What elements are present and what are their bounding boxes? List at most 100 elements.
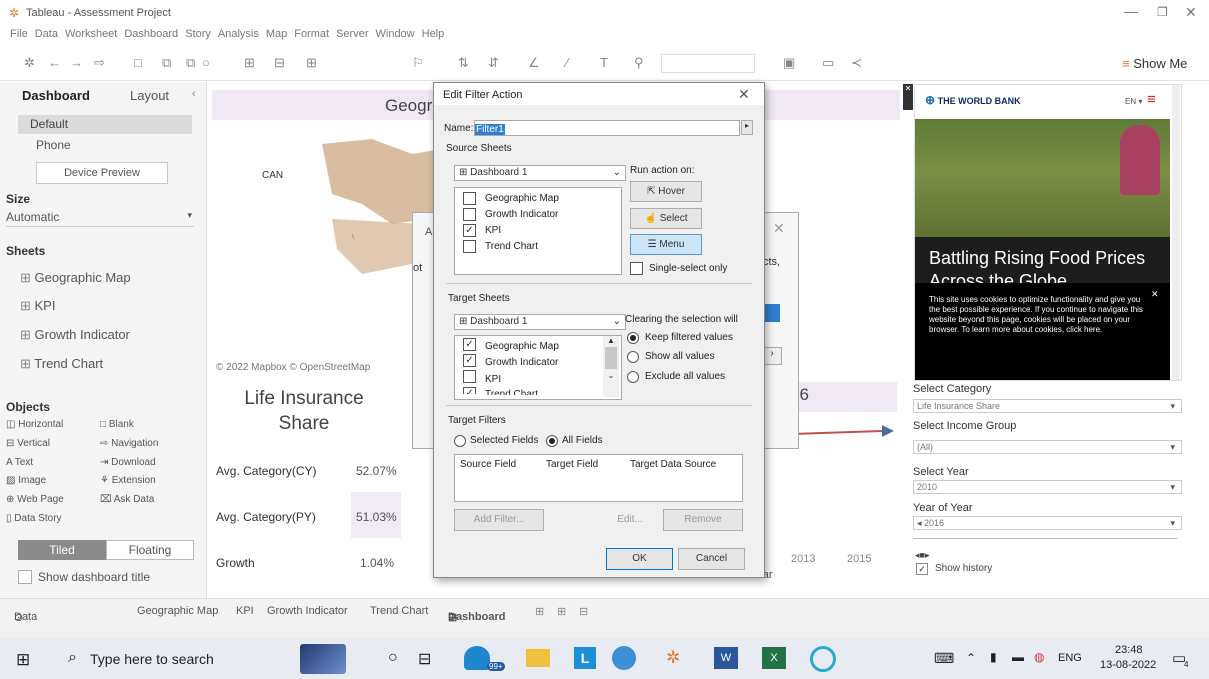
sheet-kpi[interactable]: ⊞ KPI (20, 298, 55, 314)
tab-geographic-map[interactable]: Geographic Map (137, 605, 218, 617)
keep-filtered-radio[interactable] (627, 332, 639, 344)
object-image[interactable]: ▨ Image (6, 475, 46, 486)
hover-button[interactable]: ⇱ Hover (630, 181, 702, 202)
select-button[interactable]: ☝ Select (630, 208, 702, 229)
menu-server[interactable]: Server (336, 28, 368, 40)
fit-dropdown[interactable] (661, 54, 755, 73)
app-circle-icon[interactable] (810, 646, 836, 672)
year-slider[interactable] (913, 538, 1177, 539)
cookie-close-icon[interactable]: ✕ (1151, 289, 1159, 300)
sheet-trend-chart[interactable]: ⊞ Trend Chart (20, 356, 103, 372)
name-input[interactable]: Filter1 (474, 120, 740, 136)
device-default[interactable]: Default (18, 115, 192, 134)
tab-dashboard[interactable]: Dashboard (22, 88, 90, 103)
excel-icon[interactable]: X (762, 647, 786, 669)
new-dashboard-icon[interactable]: ⊞ (557, 605, 566, 618)
pin-icon[interactable]: ⚲ (634, 55, 644, 71)
minimize-icon[interactable]: — (1124, 3, 1138, 19)
tab-layout[interactable]: Layout (130, 88, 169, 103)
menu-button[interactable]: ☰ Menu (630, 234, 702, 255)
object-horizontal[interactable]: ◫ Horizontal (6, 419, 63, 430)
redo-icon[interactable]: → (70, 55, 83, 70)
share-icon[interactable]: ≺ (851, 55, 862, 71)
filter-category-dropdown[interactable]: Life Insurance Share ▾ (913, 399, 1182, 413)
source-trend-chart-checkbox[interactable] (463, 240, 476, 253)
add-filter-button[interactable]: Add Filter... (454, 509, 544, 531)
maximize-icon[interactable]: ❐ (1157, 5, 1168, 19)
group-icon[interactable]: ⊞ (306, 55, 317, 71)
menu-analysis[interactable]: Analysis (218, 28, 259, 40)
object-text[interactable]: A Text (6, 457, 33, 468)
object-vertical[interactable]: ⊟ Vertical (6, 438, 50, 449)
windows-start-icon[interactable]: ⊞ (16, 650, 30, 670)
collapse-icon[interactable]: ‹ (192, 88, 196, 100)
tableau-home-icon[interactable]: ✲ (24, 55, 35, 71)
new-sheet-icon[interactable]: ⊞ (535, 605, 544, 618)
save-icon[interactable]: ⇨ (94, 55, 105, 71)
source-kpi-checkbox[interactable]: ✓ (463, 224, 476, 237)
tray-chevron-icon[interactable]: ⌃ (966, 651, 976, 665)
actions-dialog-scroll-right-icon[interactable]: › (762, 347, 782, 365)
history-checkbox[interactable]: ✓ (916, 563, 928, 575)
text-icon[interactable]: T (600, 55, 608, 70)
hamburger-menu-icon[interactable]: ≡ (1147, 91, 1156, 108)
single-select-checkbox[interactable] (630, 262, 643, 275)
menu-file[interactable]: File (10, 28, 28, 40)
object-navigation[interactable]: ⇨ Navigation (100, 438, 158, 449)
duplicate-icon[interactable]: ⧉ (162, 55, 171, 71)
target-trend-chart-checkbox[interactable]: ✓ (463, 387, 476, 394)
clear-icon[interactable]: ⧉ (186, 55, 195, 71)
volume-icon[interactable]: ◍ (1034, 650, 1044, 664)
sheet-geographic-map[interactable]: ⊞ Geographic Map (20, 270, 131, 286)
weather-widget-icon[interactable] (300, 644, 346, 674)
playback-controls[interactable]: ◂■▸ (915, 550, 929, 561)
object-ask-data[interactable]: ⌧ Ask Data (100, 494, 154, 505)
new-story-icon[interactable]: ⊟ (579, 605, 588, 618)
ok-button[interactable]: OK (606, 548, 673, 570)
remove-button[interactable]: Remove (663, 509, 743, 531)
show-me-button[interactable]: ≡ Show Me (1122, 56, 1187, 71)
panel-close-icon[interactable]: ✕ (903, 84, 913, 110)
sheet-growth-indicator[interactable]: ⊞ Growth Indicator (20, 327, 130, 343)
l-app-icon[interactable]: L (574, 647, 596, 669)
previous-icon[interactable]: ◂ (917, 518, 924, 528)
search-icon[interactable]: ⌕ (68, 649, 77, 667)
device-preview-button[interactable]: Device Preview (36, 162, 168, 184)
name-insert-button[interactable]: ▸ (741, 120, 753, 135)
sort-desc-icon[interactable]: ⇵ (488, 55, 499, 71)
show-title-checkbox[interactable] (18, 570, 32, 584)
language-indicator[interactable]: ENG (1058, 652, 1082, 664)
filter-income-dropdown[interactable]: (All) ▾ (913, 440, 1182, 454)
tableau-taskbar-icon[interactable]: ✲ (666, 648, 680, 668)
tab-growth-indicator[interactable]: Growth Indicator (267, 605, 348, 617)
taskbar-search-input[interactable]: Type here to search (90, 651, 214, 667)
object-download[interactable]: ⇥ Download (100, 457, 156, 468)
target-sheets-dropdown[interactable]: ⊞ Dashboard 1 ⌄ (454, 314, 626, 330)
floating-button[interactable]: Floating (106, 540, 194, 560)
menu-story[interactable]: Story (185, 28, 211, 40)
source-growth-indicator-checkbox[interactable] (463, 208, 476, 221)
menu-data[interactable]: Data (35, 28, 58, 40)
menu-window[interactable]: Window (376, 28, 415, 40)
usb-icon[interactable]: ▮ (990, 650, 997, 664)
keyboard-icon[interactable]: ⌨ (934, 650, 954, 667)
target-growth-indicator-checkbox[interactable]: ✓ (463, 354, 476, 367)
target-geographic-map-checkbox[interactable]: ✓ (463, 338, 476, 351)
present-icon[interactable]: ▣ (783, 55, 795, 71)
pen-icon[interactable]: ∠ (528, 55, 540, 71)
scroll-down-icon[interactable]: ⌄ (603, 371, 619, 380)
format-icon[interactable]: ⁄ (566, 55, 568, 70)
scroll-up-icon[interactable]: ▲ (603, 336, 619, 345)
object-extension[interactable]: ⚘ Extension (100, 475, 156, 486)
sort-icon[interactable]: ⊟ (274, 55, 285, 71)
source-geographic-map-checkbox[interactable] (463, 192, 476, 205)
device-phone[interactable]: Phone (36, 138, 71, 152)
highlight-icon[interactable]: ⚐ (412, 55, 424, 71)
selected-fields-radio[interactable] (454, 435, 466, 447)
size-dropdown[interactable]: Automatic ▾ (6, 210, 194, 227)
filter-year-dropdown[interactable]: 2010 ▾ (913, 480, 1182, 494)
sort-asc-icon[interactable]: ⇅ (458, 55, 469, 71)
source-sheets-dropdown[interactable]: ⊞ Dashboard 1 ⌄ (454, 165, 626, 181)
scrollbar[interactable] (1172, 85, 1180, 380)
object-data-story[interactable]: ▯ Data Story (6, 513, 62, 524)
